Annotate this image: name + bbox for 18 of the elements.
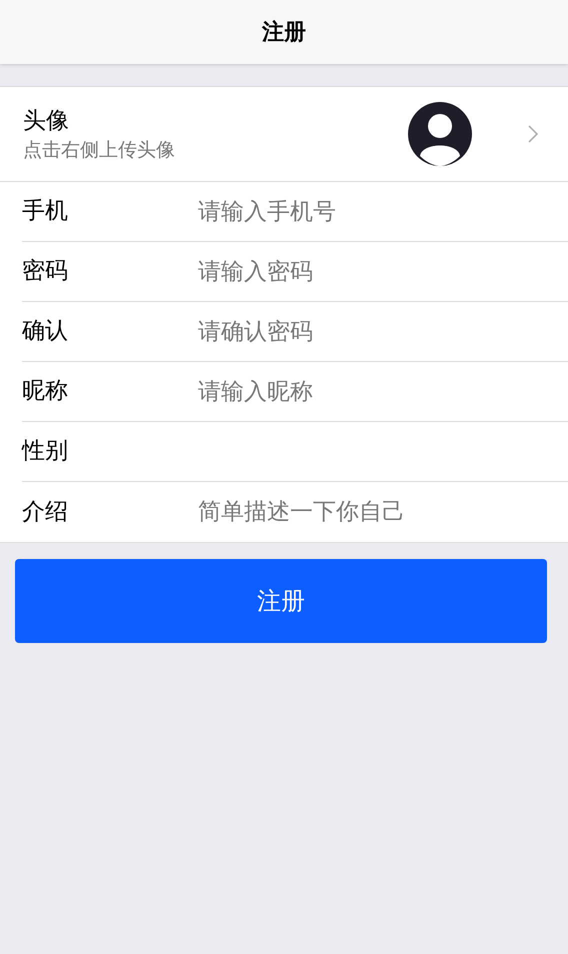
input-field[interactable]: 简单描述一下你自己 — [198, 492, 562, 532]
input-field[interactable]: 请输入手机号 — [198, 192, 562, 232]
page-title: 注册 — [262, 18, 306, 46]
field-label: 密码 — [22, 257, 69, 286]
input-field[interactable]: 请输入密码 — [198, 252, 562, 292]
field-label: 昵称 — [22, 377, 69, 406]
field-label: 手机 — [22, 197, 69, 226]
field-label: 性别 — [22, 437, 69, 466]
avatar-row[interactable]: 头像 点击右侧上传头像 — [0, 86, 568, 182]
avatar-icon[interactable] — [408, 102, 472, 166]
avatar-label: 头像 — [23, 107, 70, 136]
avatar-hint: 点击右侧上传头像 — [23, 138, 176, 163]
field-label: 介绍 — [22, 498, 69, 527]
chevron-icon — [528, 125, 538, 143]
register-button[interactable]: 注册 — [15, 559, 547, 643]
input-field[interactable]: 请确认密码 — [198, 312, 562, 352]
field-label: 确认 — [22, 317, 69, 346]
input-field[interactable]: 请输入昵称 — [198, 372, 562, 412]
